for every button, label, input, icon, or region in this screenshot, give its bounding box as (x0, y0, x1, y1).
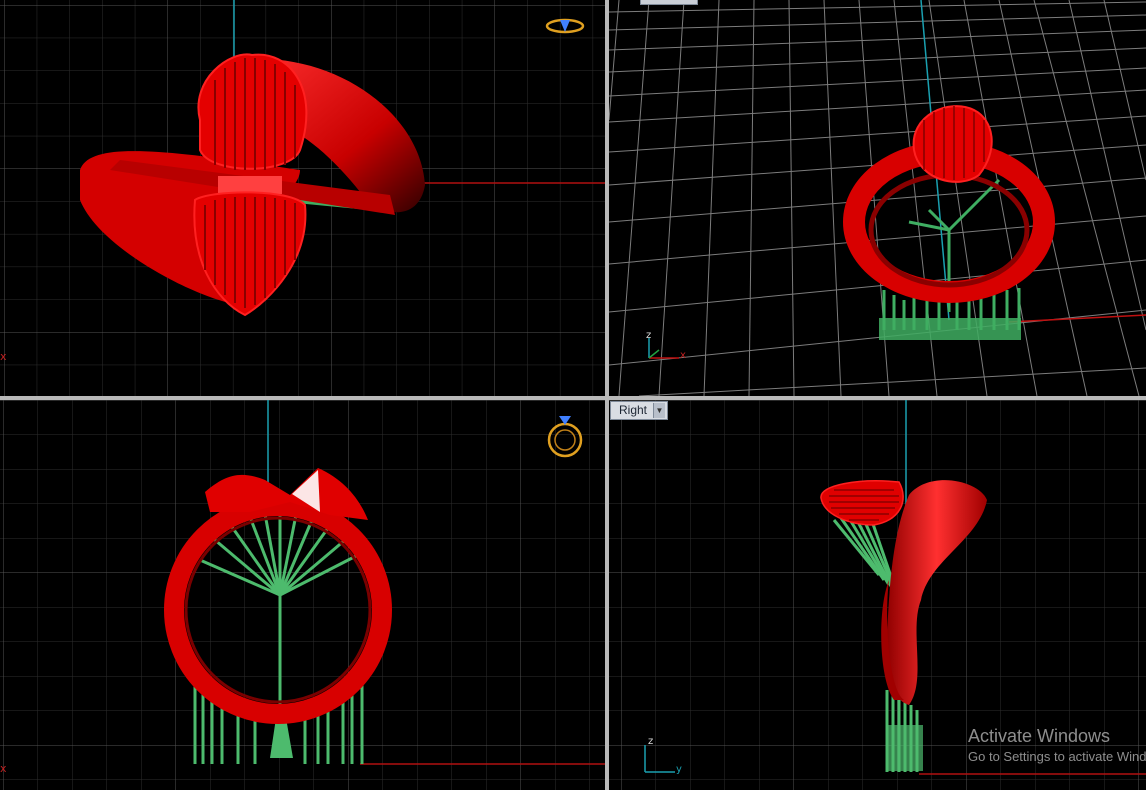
heart-top (912, 105, 993, 183)
viewport-perspective[interactable]: z x (609, 0, 1146, 396)
x-axis-line (1008, 314, 1146, 323)
viewport-divider-horizontal[interactable] (0, 396, 1146, 400)
chevron-down-icon[interactable]: ▼ (653, 403, 666, 418)
viewport-tab-stub[interactable] (640, 0, 698, 5)
axis-label-y: y (676, 764, 682, 775)
watermark-subtitle: Go to Settings to activate Windows. (968, 749, 1146, 764)
axis-tripod (648, 338, 679, 359)
viewport-top[interactable]: x (0, 0, 605, 396)
viewport-name-dropdown[interactable]: Right ▼ (610, 401, 669, 420)
axis-label-x: x (680, 350, 686, 361)
viewport-name-label: Right (619, 403, 648, 417)
activate-windows-watermark: Activate Windows Go to Settings to activ… (968, 726, 1146, 764)
axis-label-z: z (648, 736, 654, 747)
axis-label-x: x (0, 762, 7, 775)
support-structure (882, 178, 1021, 330)
axis-label-z: z (646, 330, 652, 341)
viewport-divider-vertical[interactable] (605, 0, 609, 790)
center-block (218, 176, 282, 194)
viewport-grid (0, 400, 605, 790)
viewport-front[interactable]: x (0, 400, 605, 790)
watermark-title: Activate Windows (968, 726, 1111, 746)
axis-label-x: x (0, 350, 7, 363)
viewport-grid (0, 0, 605, 396)
viewport-grid (609, 0, 1146, 396)
